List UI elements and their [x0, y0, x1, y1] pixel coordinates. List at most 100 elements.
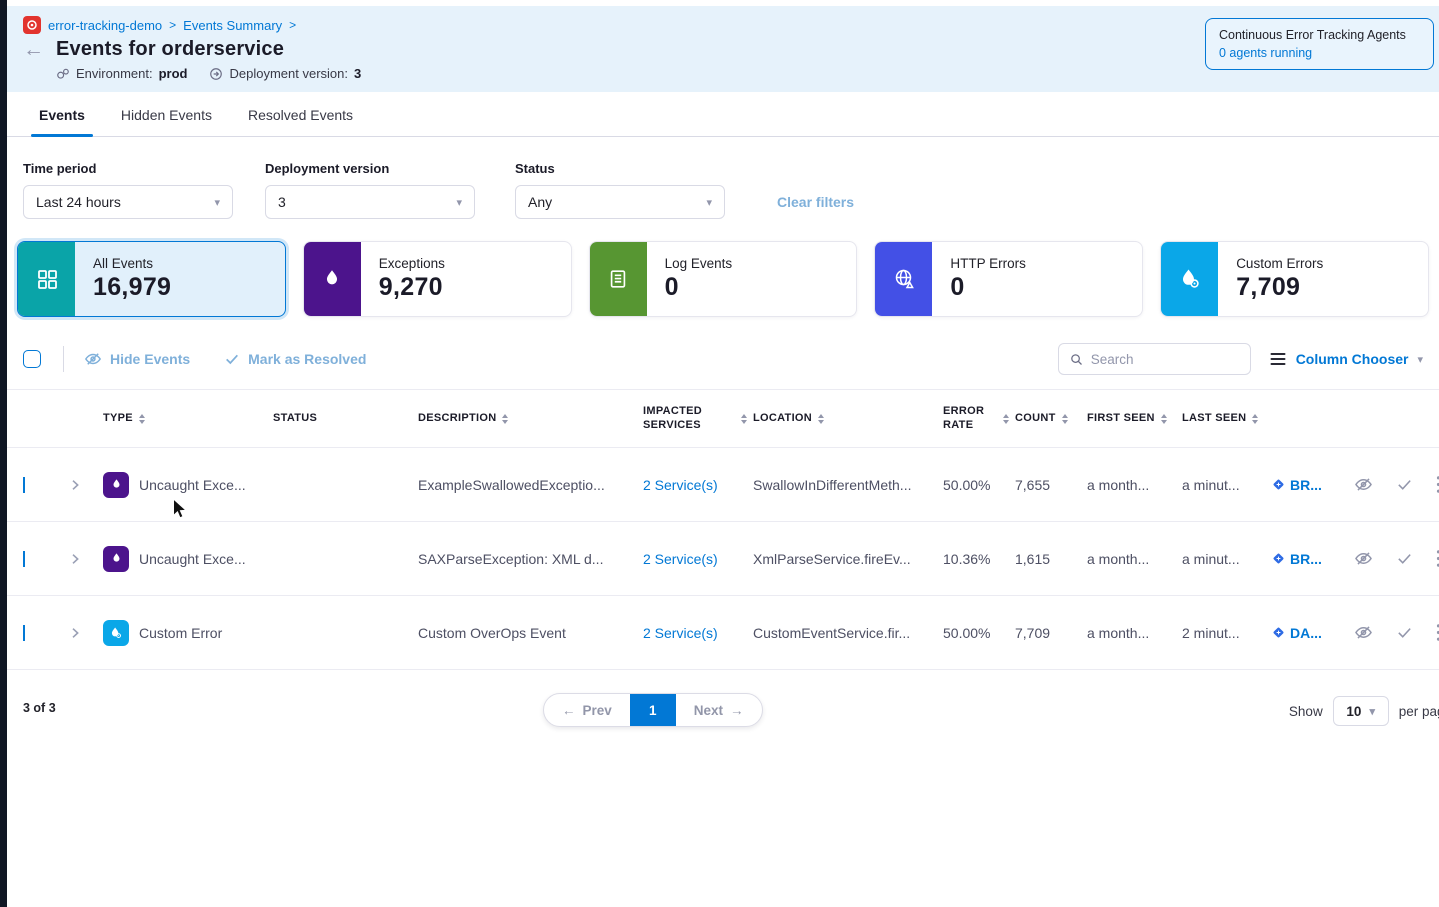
table-header-row: TYPE STATUS DESCRIPTION IMPACTED SERVICE…	[7, 390, 1439, 448]
resolve-event-icon[interactable]	[1396, 476, 1413, 493]
search-input[interactable]	[1091, 352, 1231, 367]
chevron-right-icon[interactable]	[67, 551, 103, 567]
card-label: Custom Errors	[1236, 256, 1323, 271]
prev-page-button[interactable]: ← Prev	[544, 694, 630, 726]
deployment-version-select[interactable]: 3 ▾	[265, 185, 475, 219]
table-row[interactable]: Uncaught Exce... ExampleSwallowedExcepti…	[7, 448, 1439, 522]
status-filter-label: Status	[515, 161, 725, 176]
mark-resolved-button[interactable]: Mark as Resolved	[224, 351, 366, 367]
breadcrumb-project[interactable]: error-tracking-demo	[48, 18, 162, 33]
http-globe-icon	[892, 267, 916, 291]
time-period-label: Time period	[23, 161, 233, 176]
hide-events-label: Hide Events	[110, 351, 190, 367]
ticket-link[interactable]: BR...	[1272, 551, 1344, 567]
filter-bar: Time period Last 24 hours ▾ Deployment v…	[7, 137, 1439, 219]
impacted-services-link[interactable]: 2 Service(s)	[643, 625, 753, 641]
eye-slash-icon	[84, 350, 102, 368]
per-page-select[interactable]: 10 ▾	[1333, 696, 1389, 726]
back-arrow-icon[interactable]: ←	[23, 40, 44, 60]
col-impacted-services: IMPACTED SERVICES	[643, 405, 735, 433]
exception-type-icon	[103, 546, 129, 572]
hide-event-icon[interactable]	[1354, 549, 1373, 568]
tab-events[interactable]: Events	[25, 95, 99, 136]
resolve-event-icon[interactable]	[1396, 624, 1413, 641]
hide-event-icon[interactable]	[1354, 475, 1373, 494]
show-label: Show	[1289, 704, 1323, 719]
card-log-events[interactable]: Log Events 0	[589, 241, 858, 317]
column-chooser-button[interactable]: Column Chooser ▾	[1269, 351, 1423, 367]
select-all-checkbox[interactable]	[23, 350, 41, 368]
event-type: Uncaught Exce...	[139, 551, 246, 567]
sort-icon[interactable]	[1252, 414, 1258, 424]
sort-icon[interactable]	[1062, 414, 1068, 424]
chevron-right-icon[interactable]	[67, 625, 103, 641]
row-checkbox[interactable]	[23, 551, 25, 567]
ticket-link[interactable]: BR...	[1272, 477, 1344, 493]
clear-filters-button[interactable]: Clear filters	[777, 194, 854, 210]
row-checkbox[interactable]	[23, 477, 25, 493]
grid-icon	[35, 267, 59, 291]
event-description: Custom OverOps Event	[418, 625, 643, 641]
status-filter-value: Any	[528, 194, 552, 210]
agents-running-link[interactable]: 0 agents running	[1219, 46, 1420, 60]
deployment-version-value: 3	[278, 194, 286, 210]
arrow-right-icon: →	[730, 703, 744, 718]
sort-icon[interactable]	[502, 414, 508, 424]
hide-event-icon[interactable]	[1354, 623, 1373, 642]
impacted-services-link[interactable]: 2 Service(s)	[643, 477, 753, 493]
tab-hidden-events[interactable]: Hidden Events	[107, 95, 226, 136]
agents-title: Continuous Error Tracking Agents	[1219, 28, 1420, 42]
per-page-suffix: per page	[1399, 704, 1439, 719]
next-page-button[interactable]: Next →	[676, 694, 762, 726]
status-filter-select[interactable]: Any ▾	[515, 185, 725, 219]
ticket-link[interactable]: DA...	[1272, 625, 1344, 641]
table-row[interactable]: Uncaught Exce... SAXParseException: XML …	[7, 522, 1439, 596]
sort-icon[interactable]	[1161, 414, 1167, 424]
search-box[interactable]	[1058, 343, 1251, 375]
event-summary-cards: All Events 16,979 Exceptions 9,270	[7, 219, 1439, 317]
deployment-icon	[209, 67, 223, 81]
chevron-down-icon: ▾	[214, 196, 220, 209]
page-header: error-tracking-demo > Events Summary > ←…	[7, 6, 1439, 92]
breadcrumb-separator: >	[169, 18, 176, 32]
impacted-services-link[interactable]: 2 Service(s)	[643, 551, 753, 567]
table-row[interactable]: Custom Error Custom OverOps Event 2 Serv…	[7, 596, 1439, 670]
sort-icon[interactable]	[1003, 414, 1009, 424]
chevron-down-icon: ▾	[706, 196, 712, 209]
hide-events-button[interactable]: Hide Events	[84, 350, 190, 368]
time-period-select[interactable]: Last 24 hours ▾	[23, 185, 233, 219]
page-title: Events for orderservice	[56, 38, 284, 61]
sort-icon[interactable]	[818, 414, 824, 424]
col-type: TYPE	[103, 412, 133, 426]
chevron-right-icon[interactable]	[67, 477, 103, 493]
error-rate: 50.00%	[943, 477, 1015, 493]
page-number-button[interactable]: 1	[630, 694, 676, 726]
card-label: Log Events	[665, 256, 733, 271]
row-checkbox[interactable]	[23, 625, 25, 641]
toolbar-divider	[63, 346, 64, 372]
agents-status-card[interactable]: Continuous Error Tracking Agents 0 agent…	[1205, 18, 1434, 70]
sort-icon[interactable]	[139, 414, 145, 424]
event-type: Custom Error	[139, 625, 222, 641]
tab-bar: Events Hidden Events Resolved Events	[7, 92, 1439, 137]
sort-icon[interactable]	[741, 414, 747, 424]
card-exceptions[interactable]: Exceptions 9,270	[303, 241, 572, 317]
pagination-bar: 3 of 3 ← Prev 1 Next → Show 10 ▾ per pag…	[7, 688, 1439, 734]
card-http-errors[interactable]: HTTP Errors 0	[874, 241, 1143, 317]
events-table: TYPE STATUS DESCRIPTION IMPACTED SERVICE…	[7, 389, 1439, 670]
arrow-left-icon: ←	[562, 703, 576, 718]
breadcrumb-section[interactable]: Events Summary	[183, 18, 282, 33]
deployment-version-label: Deployment version	[265, 161, 475, 176]
col-last-seen: LAST SEEN	[1182, 412, 1246, 426]
last-seen: a minut...	[1182, 551, 1272, 567]
exception-type-icon	[103, 472, 129, 498]
environment-label: Environment:	[76, 66, 153, 81]
chevron-down-icon: ▾	[1417, 353, 1423, 366]
last-seen: 2 minut...	[1182, 625, 1272, 641]
card-custom-errors[interactable]: Custom Errors 7,709	[1160, 241, 1429, 317]
resolve-event-icon[interactable]	[1396, 550, 1413, 567]
error-tracking-logo-icon	[23, 16, 41, 34]
card-all-events[interactable]: All Events 16,979	[17, 241, 286, 317]
tab-resolved-events[interactable]: Resolved Events	[234, 95, 367, 136]
col-first-seen: FIRST SEEN	[1087, 412, 1155, 426]
